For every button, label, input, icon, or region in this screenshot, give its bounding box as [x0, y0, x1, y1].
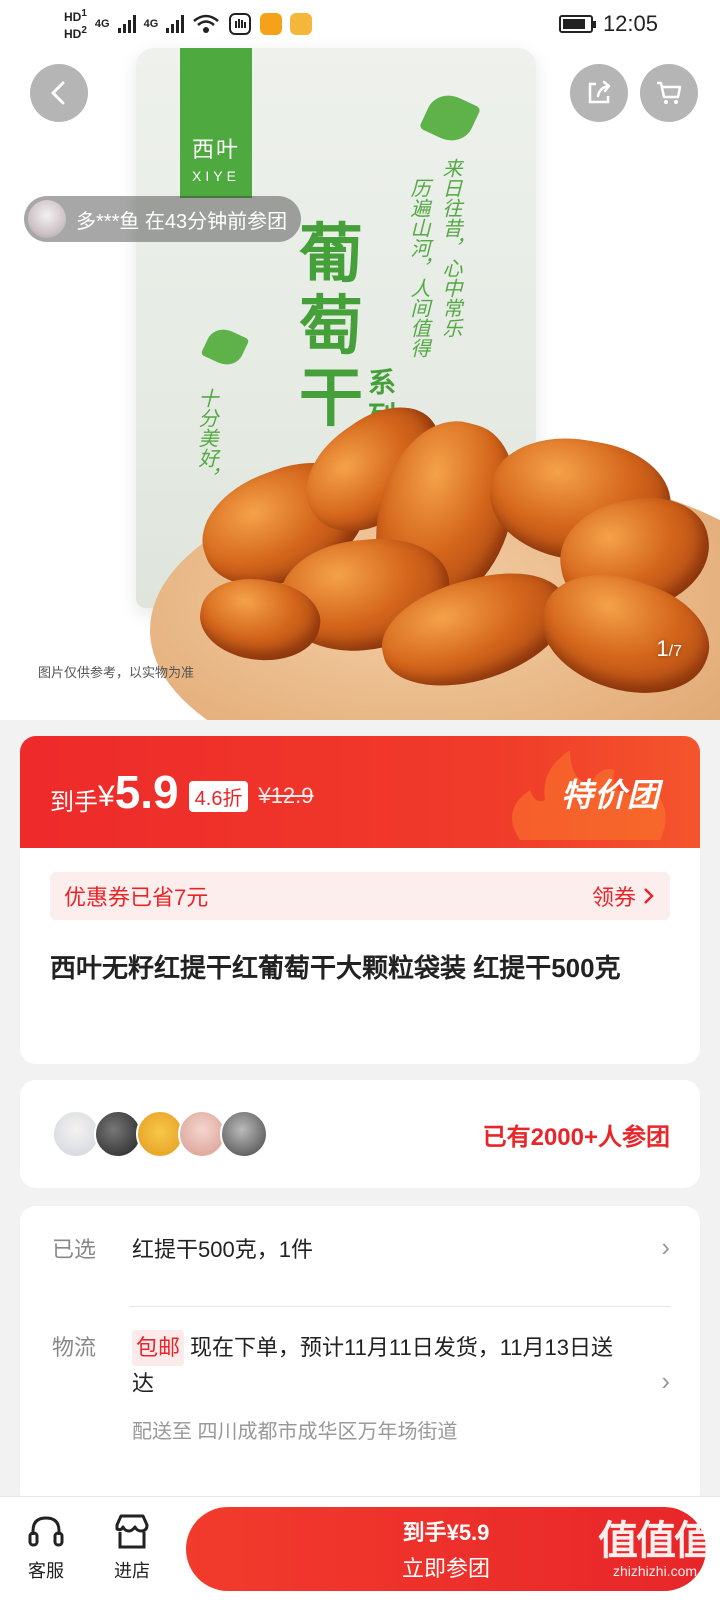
selected-spec: 红提干500克，1件 — [132, 1237, 313, 1262]
package-slogan-3: 十分美好， — [195, 388, 217, 488]
grape-leaf-icon — [418, 87, 482, 149]
clock: 12:05 — [602, 11, 658, 36]
customer-service-button[interactable]: 客服 — [6, 1511, 86, 1583]
share-icon — [588, 80, 611, 104]
network-type-label: 4G — [94, 18, 110, 30]
price-card: 到手 ¥ 5.9 4.6折 ¥12.9 特价团 优惠券已省7元 领券 西叶无籽红… — [20, 736, 700, 1064]
discount-badge: 4.6折 — [188, 780, 249, 812]
group-count: 已有2000+人参团 — [482, 1123, 670, 1151]
app-notification-icon — [260, 13, 283, 35]
bottom-action-bar: 客服 进店 到手¥5.9 立即参团 值值值 zhizhizhi.com — [0, 1496, 720, 1600]
back-button[interactable] — [30, 64, 88, 122]
battery-icon — [558, 15, 596, 33]
brand-logo: 西叶 XIYE — [180, 48, 252, 198]
avatar — [28, 200, 66, 238]
original-price: ¥12.9 — [258, 783, 314, 808]
wifi-icon — [193, 14, 220, 33]
image-pager: 1/7 — [656, 636, 682, 661]
avatar — [94, 1110, 142, 1158]
status-bar: HD1 HD2 4G 4G 12:05 — [0, 0, 720, 48]
image-disclaimer: 图片仅供参考，以实物为准 — [38, 665, 195, 680]
ship-to-address: 配送至 四川成都市成华区万年场街道 — [132, 1421, 458, 1443]
chevron-right-icon: › — [661, 1366, 670, 1396]
get-coupon-button[interactable]: 领券 — [592, 880, 656, 912]
chevron-right-icon — [644, 888, 654, 904]
grape-leaf-icon — [200, 323, 250, 371]
recent-join-ticker: 多***鱼 在43分钟前参团 — [24, 196, 302, 242]
avatar — [220, 1110, 268, 1158]
package-title: 葡萄干 — [299, 218, 363, 434]
order-info-card: 已选 红提干500克，1件 › 物流 包邮 现在下单，预计11月11日发货，11月… — [20, 1206, 700, 1506]
coupon-bar[interactable]: 优惠券已省7元 领券 — [50, 872, 670, 920]
package-slogan-2: 历遍山河，人间值得 — [407, 178, 429, 358]
product-title: 西叶无籽红提干红葡萄干大颗粒袋装 红提干500克 — [50, 953, 621, 983]
watermark: 值值值 zhizhizhi.com — [598, 1519, 714, 1579]
store-icon — [115, 1514, 149, 1549]
chevron-right-icon: › — [661, 1232, 670, 1262]
network-type-label: 4G — [143, 18, 159, 30]
avatar — [136, 1110, 184, 1158]
special-group-badge: 特价团 — [560, 777, 660, 813]
package-slogan-1: 来日往昔，心中常乐 — [439, 158, 461, 338]
headset-icon — [28, 1516, 64, 1547]
app-notification-icon — [229, 13, 252, 35]
avatar — [178, 1110, 226, 1158]
signal-icon — [166, 15, 185, 33]
app-notification-icon — [290, 13, 313, 35]
hd-indicator: HD1 HD2 — [64, 8, 87, 41]
store-button[interactable]: 进店 — [92, 1511, 172, 1583]
price-banner: 到手 ¥ 5.9 4.6折 ¥12.9 特价团 — [20, 736, 700, 848]
chevron-left-icon — [51, 81, 65, 105]
avatar — [52, 1110, 100, 1158]
cart-button[interactable] — [640, 64, 698, 122]
free-shipping-tag: 包邮 — [132, 1330, 185, 1366]
group-buy-card[interactable]: 已有2000+人参团 — [20, 1080, 700, 1188]
cart-icon — [657, 81, 682, 104]
share-button[interactable] — [570, 64, 628, 122]
delivery-estimate: 现在下单，预计11月11日发货，11月13日送达 — [132, 1335, 614, 1396]
signal-icon — [117, 15, 136, 33]
divider — [130, 1306, 670, 1307]
logistics-row[interactable]: 物流 包邮 现在下单，预计11月11日发货，11月13日送达 配送至 四川成都市成… — [52, 1330, 670, 1450]
final-price: 5.9 — [114, 766, 179, 818]
spec-selector-row[interactable]: 已选 红提干500克，1件 › — [52, 1232, 670, 1268]
participant-avatars — [52, 1110, 268, 1158]
